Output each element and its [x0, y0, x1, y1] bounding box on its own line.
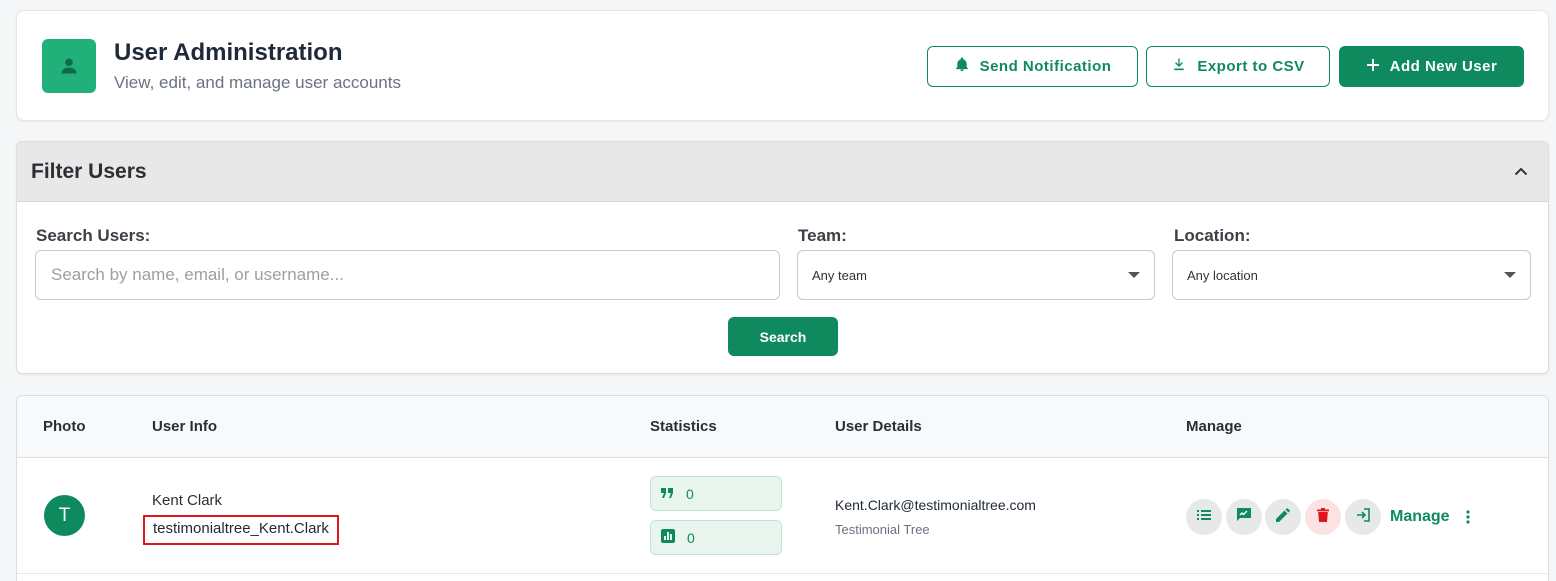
- chevron-up-icon[interactable]: [1512, 162, 1530, 180]
- pencil-icon: [1276, 507, 1290, 527]
- search-users-label: Search Users:: [36, 226, 151, 245]
- bell-icon: [954, 56, 970, 77]
- login-icon: [1355, 507, 1371, 528]
- chart-icon: [661, 529, 675, 546]
- more-vertical-icon[interactable]: [1457, 506, 1479, 528]
- user-company: Testimonial Tree: [835, 522, 930, 537]
- column-header-user-details: User Details: [835, 418, 922, 435]
- message-user-button[interactable]: [1226, 499, 1262, 535]
- user-email: Kent.Clark@testimonialtree.com: [835, 497, 1036, 513]
- plus-icon: [1366, 58, 1380, 76]
- testimonials-count: 0: [686, 485, 694, 502]
- column-header-manage: Manage: [1186, 418, 1242, 435]
- send-notification-button[interactable]: Send Notification: [927, 46, 1138, 87]
- page-subtitle: View, edit, and manage user accounts: [114, 73, 401, 92]
- send-notification-label: Send Notification: [979, 58, 1112, 75]
- view-details-button[interactable]: [1186, 499, 1222, 535]
- team-select[interactable]: Any team: [797, 250, 1155, 300]
- location-label: Location:: [1174, 226, 1251, 245]
- column-header-photo: Photo: [43, 418, 86, 435]
- page-title: User Administration: [114, 39, 343, 66]
- delete-user-button[interactable]: [1305, 499, 1341, 535]
- users-table: Photo User Info Statistics User Details …: [16, 395, 1549, 581]
- trash-icon: [1317, 507, 1329, 527]
- filter-title: Filter Users: [31, 160, 147, 183]
- column-header-statistics: Statistics: [650, 418, 717, 435]
- list-icon: [1197, 508, 1211, 526]
- header-card: User Administration View, edit, and mana…: [16, 10, 1549, 121]
- caret-down-icon: [1128, 272, 1140, 278]
- message-icon: [1236, 507, 1252, 528]
- filter-header[interactable]: Filter Users: [17, 142, 1548, 202]
- testimonials-stat: 0: [650, 476, 782, 511]
- filter-panel: Filter Users Search Users: Team: Any tea…: [16, 141, 1549, 374]
- user-username: testimonialtree_Kent.Clark: [143, 515, 339, 545]
- add-new-user-label: Add New User: [1389, 58, 1498, 75]
- location-select-value: Any location: [1187, 267, 1258, 283]
- login-as-user-button[interactable]: [1345, 499, 1381, 535]
- reports-stat: 0: [650, 520, 782, 555]
- manage-link[interactable]: Manage: [1390, 508, 1450, 526]
- table-header: Photo User Info Statistics User Details …: [17, 396, 1548, 458]
- search-button[interactable]: Search: [728, 317, 838, 356]
- add-new-user-button[interactable]: Add New User: [1339, 46, 1524, 87]
- location-select[interactable]: Any location: [1172, 250, 1531, 300]
- user-icon: [42, 39, 96, 93]
- download-icon: [1171, 56, 1187, 77]
- team-label: Team:: [798, 226, 847, 245]
- column-header-user-info: User Info: [152, 418, 218, 435]
- reports-count: 0: [687, 529, 695, 546]
- quote-icon: [661, 486, 674, 502]
- export-csv-label: Export to CSV: [1197, 58, 1305, 75]
- export-csv-button[interactable]: Export to CSV: [1146, 46, 1330, 87]
- caret-down-icon: [1504, 272, 1516, 278]
- edit-user-button[interactable]: [1265, 499, 1301, 535]
- table-row: T Kent Clark testimonialtree_Kent.Clark …: [17, 458, 1548, 574]
- user-name: Kent Clark: [152, 492, 223, 509]
- team-select-value: Any team: [812, 267, 867, 283]
- avatar: T: [44, 495, 85, 536]
- search-input[interactable]: [35, 250, 780, 300]
